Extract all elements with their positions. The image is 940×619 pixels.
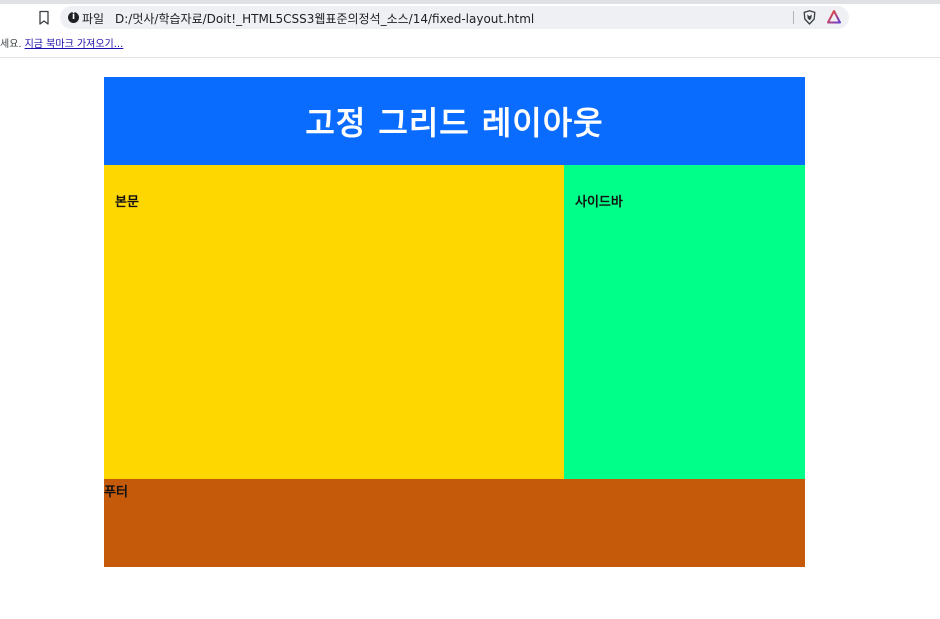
sidebar-label: 사이드바 xyxy=(575,195,623,210)
page-title: 고정 그리드 레이아웃 xyxy=(305,104,604,142)
info-icon[interactable]: i xyxy=(68,12,79,23)
omnibox-divider xyxy=(793,11,794,24)
scheme-label: 파일 xyxy=(82,12,105,26)
tab-strip-edge xyxy=(0,0,940,4)
page-header: 고정 그리드 레이아웃 xyxy=(104,77,805,165)
main-content: 본문 xyxy=(104,165,564,479)
brave-rewards-icon[interactable] xyxy=(827,10,841,24)
main-content-label: 본문 xyxy=(115,195,139,210)
bookmark-icon[interactable] xyxy=(37,10,51,26)
fixed-grid-page: 고정 그리드 레이아웃 본문 사이드바 푸터 xyxy=(104,77,805,567)
brave-shield-icon[interactable] xyxy=(803,10,816,25)
page-footer: 푸터 xyxy=(104,479,805,567)
browser-toolbar: i 파일 D:/멋사/학습자료/Doit!_HTML5CSS3웹표준의정석_소스… xyxy=(0,0,940,58)
url-text[interactable]: D:/멋사/학습자료/Doit!_HTML5CSS3웹표준의정석_소스/14/f… xyxy=(115,10,534,27)
footer-label: 푸터 xyxy=(104,485,128,500)
address-bar[interactable]: i 파일 D:/멋사/학습자료/Doit!_HTML5CSS3웹표준의정석_소스… xyxy=(60,6,849,29)
sidebar: 사이드바 xyxy=(564,165,805,479)
bookmarks-bar: 세요. 지금 북마크 가져오기... xyxy=(0,35,123,51)
import-bookmarks-link[interactable]: 지금 북마크 가져오기... xyxy=(25,39,124,50)
bookmarks-bar-message: 세요. xyxy=(0,39,22,50)
